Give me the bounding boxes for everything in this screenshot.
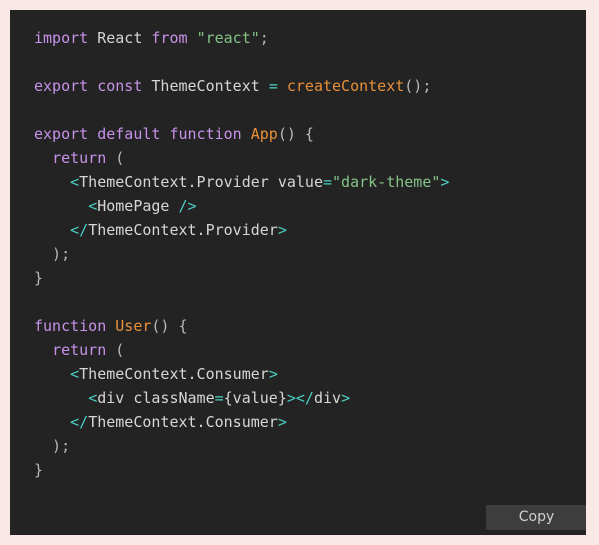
code-line: ); xyxy=(34,434,586,458)
code-token-operator: > xyxy=(286,389,296,407)
code-token-operator: </ xyxy=(295,389,314,407)
code-token-keyword: from xyxy=(151,29,197,47)
code-token-punc: } xyxy=(34,461,44,479)
code-token-operator: </ xyxy=(70,413,89,431)
code-line: return ( xyxy=(34,338,586,362)
code-line: </ThemeContext.Consumer> xyxy=(34,410,586,434)
code-token-plain: {value} xyxy=(223,389,287,407)
code-token-plain: div xyxy=(313,389,342,407)
code-snippet-card: import React from "react"; export const … xyxy=(10,10,586,535)
code-token-string: "dark-theme" xyxy=(332,173,441,191)
code-token-plain: value xyxy=(268,173,323,191)
code-token-punc: ( xyxy=(106,149,125,167)
code-token-punc: ); xyxy=(34,437,71,455)
code-token-punc: () { xyxy=(277,125,314,143)
code-line: <ThemeContext.Consumer> xyxy=(34,362,586,386)
code-line: } xyxy=(34,458,586,482)
code-token-function: App xyxy=(250,125,278,143)
code-token-operator: = xyxy=(214,389,224,407)
code-token-punc: ); xyxy=(34,245,71,263)
code-token-plain: ThemeContext.Consumer xyxy=(79,365,269,383)
code-token-operator: < xyxy=(70,365,80,383)
code-token-function: createContext xyxy=(286,77,405,95)
code-line: export const ThemeContext = createContex… xyxy=(34,74,586,98)
code-token-operator: /> xyxy=(178,197,197,215)
code-token-plain: ThemeContext.Consumer xyxy=(88,413,278,431)
code-line: </ThemeContext.Provider> xyxy=(34,218,586,242)
code-line: import React from "react"; xyxy=(34,26,586,50)
code-token-operator: > xyxy=(277,413,287,431)
code-token-keyword: function xyxy=(34,317,116,335)
code-token-operator: > xyxy=(440,173,450,191)
code-line: } xyxy=(34,266,586,290)
code-token-operator: > xyxy=(268,365,278,383)
code-token-operator: = xyxy=(323,173,333,191)
code-token-plain: HomePage xyxy=(97,197,179,215)
copy-button[interactable]: Copy xyxy=(486,505,586,530)
code-token-string: "react" xyxy=(196,29,260,47)
code-token-plain: React xyxy=(97,29,152,47)
code-block[interactable]: import React from "react"; export const … xyxy=(10,10,586,482)
code-token-plain: ThemeContext.Provider xyxy=(88,221,278,239)
code-line: <HomePage /> xyxy=(34,194,586,218)
code-token-plain: ThemeContext xyxy=(151,77,269,95)
code-token-operator: > xyxy=(277,221,287,239)
code-token-operator: < xyxy=(88,197,98,215)
code-token-punc: ( xyxy=(106,341,125,359)
code-token-operator: > xyxy=(341,389,351,407)
code-line: function User() { xyxy=(34,314,586,338)
code-token-operator: </ xyxy=(70,221,89,239)
code-token-punc: (); xyxy=(404,77,432,95)
code-line: ); xyxy=(34,242,586,266)
code-token-keyword: return xyxy=(52,341,107,359)
code-token-operator: = xyxy=(268,77,278,95)
code-token-keyword: export default function xyxy=(34,125,251,143)
code-line: return ( xyxy=(34,146,586,170)
code-token-punc: } xyxy=(34,269,44,287)
code-line: <ThemeContext.Provider value="dark-theme… xyxy=(34,170,586,194)
code-token-keyword: import xyxy=(34,29,98,47)
code-token-plain: div className xyxy=(97,389,215,407)
code-token-punc: () { xyxy=(151,317,188,335)
code-line: <div className={value}></div> xyxy=(34,386,586,410)
code-token-punc: ; xyxy=(259,29,269,47)
code-token-operator: < xyxy=(88,389,98,407)
code-token-keyword: return xyxy=(52,149,107,167)
code-token-function: User xyxy=(115,317,152,335)
code-line: export default function App() { xyxy=(34,122,586,146)
code-token-keyword: export const xyxy=(34,77,152,95)
code-token-plain: ThemeContext.Provider xyxy=(79,173,269,191)
code-token-operator: < xyxy=(70,173,80,191)
